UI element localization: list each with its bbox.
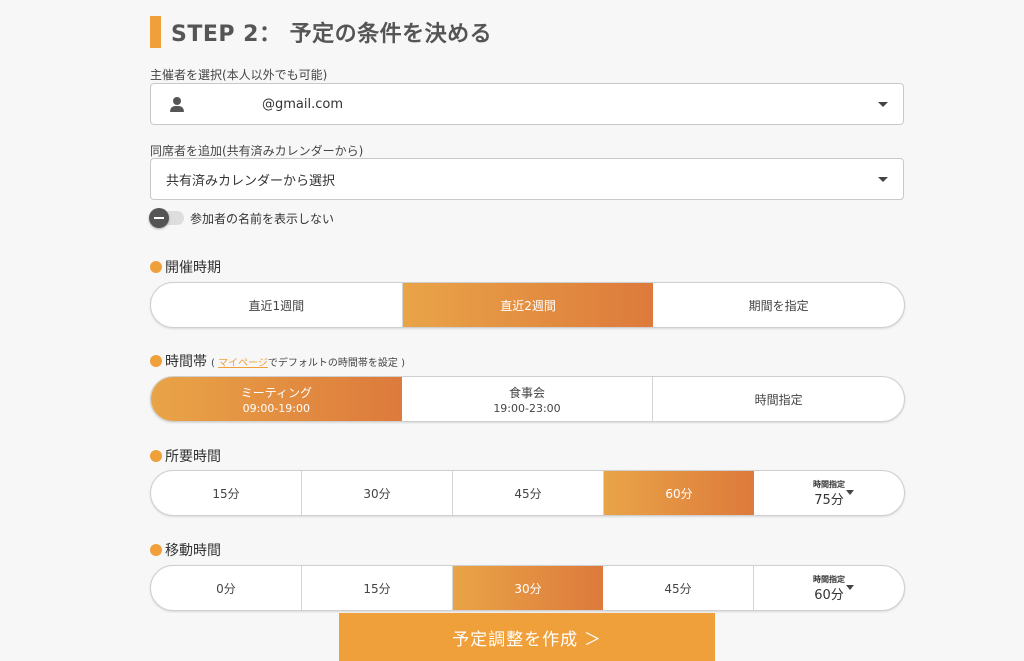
step-heading: STEP 2： 予定の条件を決める: [150, 16, 492, 48]
option-sublabel: 09:00-19:00: [242, 401, 311, 415]
option-label: ミーティング: [240, 385, 312, 400]
chevron-down-icon: [846, 490, 854, 495]
attendees-select[interactable]: 共有済みカレンダーから選択: [150, 158, 904, 200]
duration-segmented-control: 15分 30分 45分 60分 時間指定 75分: [150, 470, 905, 516]
bullet-dot-icon: [150, 450, 162, 462]
travel-segmented-control: 0分 15分 30分 45分 時間指定 60分: [150, 565, 905, 611]
page-title: STEP 2： 予定の条件を決める: [171, 22, 493, 47]
note-text: でデフォルトの時間帯を設定 ): [267, 357, 405, 369]
travel-option-45[interactable]: 45分: [603, 566, 754, 610]
travel-option-0[interactable]: 0分: [151, 566, 302, 610]
custom-value: 60分: [814, 587, 844, 603]
period-option-custom[interactable]: 期間を指定: [653, 283, 904, 327]
hide-names-label: 参加者の名前を表示しない: [190, 211, 335, 226]
option-label: 45分: [664, 581, 692, 596]
travel-custom-select[interactable]: 時間指定 60分: [754, 566, 904, 610]
option-label: 食事会: [509, 385, 546, 400]
option-label: 直近1週間: [248, 298, 305, 313]
attendees-value: 共有済みカレンダーから選択: [166, 173, 336, 189]
duration-option-15[interactable]: 15分: [151, 471, 302, 515]
option-sublabel: 19:00-23:00: [493, 401, 561, 415]
travel-option-15[interactable]: 15分: [302, 566, 453, 610]
duration-option-45[interactable]: 45分: [453, 471, 604, 515]
timeslot-option-dinner[interactable]: 食事会 19:00-23:00: [402, 377, 654, 421]
option-label: 期間を指定: [748, 298, 809, 313]
option-label: 45分: [514, 486, 542, 501]
organizer-select[interactable]: @gmail.com: [150, 83, 904, 125]
heading-accent-bar: [150, 16, 161, 48]
travel-title: 移動時間: [165, 543, 221, 559]
duration-title: 所要時間: [165, 449, 221, 465]
option-label: 0分: [216, 581, 236, 596]
step2-form: STEP 2： 予定の条件を決める 主催者を選択(本人以外でも可能) @gmai…: [0, 0, 1024, 661]
custom-value: 75分: [814, 492, 844, 508]
option-label: 30分: [514, 581, 542, 596]
timeslot-note: ( マイページでデフォルトの時間帯を設定 ): [211, 354, 405, 369]
timeslot-option-custom[interactable]: 時間指定: [653, 377, 904, 421]
timeslot-title: 時間帯: [165, 354, 207, 370]
option-label: 30分: [363, 486, 391, 501]
timeslot-heading: 時間帯 ( マイページでデフォルトの時間帯を設定 ): [150, 351, 405, 371]
organizer-value: @gmail.com: [262, 96, 344, 112]
duration-option-30[interactable]: 30分: [302, 471, 453, 515]
travel-option-30[interactable]: 30分: [453, 566, 603, 610]
option-label: 15分: [363, 581, 391, 596]
period-segmented-control: 直近1週間 直近2週間 期間を指定: [150, 282, 905, 328]
period-heading: 開催時期: [150, 257, 221, 277]
organizer-label: 主催者を選択(本人以外でも可能): [150, 68, 328, 82]
bullet-dot-icon: [150, 544, 162, 556]
period-title: 開催時期: [165, 260, 221, 276]
duration-heading: 所要時間: [150, 446, 221, 466]
chevron-down-icon: [846, 585, 854, 590]
period-option-1week[interactable]: 直近1週間: [151, 283, 403, 327]
hide-names-toggle-row: 参加者の名前を表示しない: [149, 208, 335, 228]
hide-names-toggle[interactable]: [149, 208, 184, 228]
chevron-down-icon: [878, 102, 888, 107]
option-label: 時間指定: [754, 392, 803, 407]
chevron-down-icon: [878, 177, 888, 182]
attendees-label: 同席者を追加(共有済みカレンダーから): [150, 144, 364, 158]
bullet-dot-icon: [150, 355, 162, 367]
option-label: 60分: [665, 486, 693, 501]
option-label: 15分: [212, 486, 240, 501]
option-label: 直近2週間: [500, 298, 556, 313]
timeslot-segmented-control: ミーティング 09:00-19:00 食事会 19:00-23:00 時間指定: [150, 376, 905, 422]
timeslot-option-meeting[interactable]: ミーティング 09:00-19:00: [151, 377, 402, 421]
mypage-link[interactable]: マイページ: [218, 358, 268, 369]
bullet-dot-icon: [150, 261, 162, 273]
duration-custom-select[interactable]: 時間指定 75分: [754, 471, 904, 515]
create-schedule-button[interactable]: 予定調整を作成 ＞: [339, 613, 715, 661]
period-option-2weeks[interactable]: 直近2週間: [402, 283, 654, 327]
person-icon: [170, 97, 184, 113]
duration-option-60[interactable]: 60分: [604, 471, 754, 515]
travel-heading: 移動時間: [150, 540, 221, 560]
toggle-knob: [149, 208, 169, 228]
